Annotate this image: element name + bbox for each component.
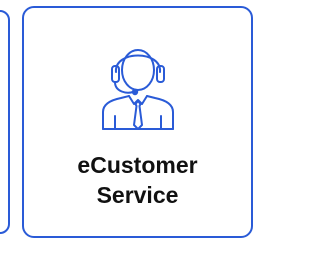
ecustomer-service-card[interactable]: eCustomer Service — [22, 6, 253, 238]
card-title-line-1: eCustomer — [77, 152, 198, 178]
card-title-line-2: Service — [96, 182, 179, 208]
customer-service-headset-icon — [101, 49, 174, 130]
card-title: eCustomer Service — [77, 150, 197, 210]
adjacent-card-edge[interactable] — [0, 10, 10, 234]
page: eCustomer Service — [0, 0, 253, 256]
